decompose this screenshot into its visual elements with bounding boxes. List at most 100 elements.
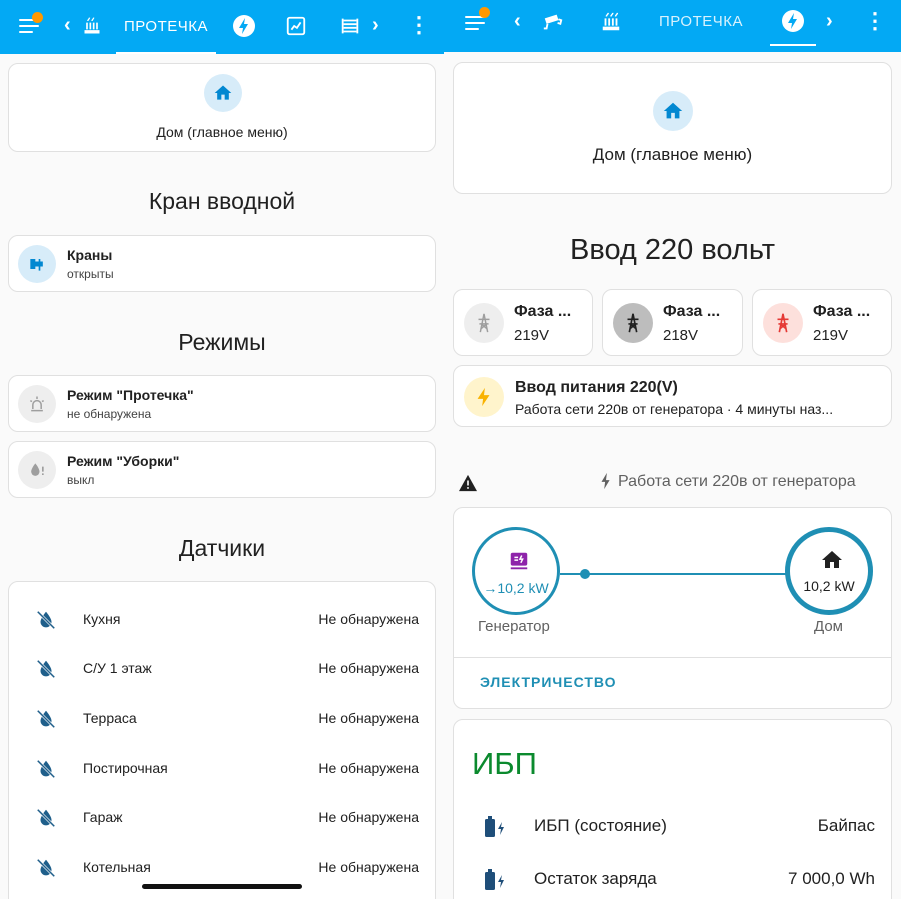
tabs-scroll-right-button[interactable]: ›: [826, 10, 833, 33]
divider: [454, 657, 891, 658]
home-icon: [663, 102, 683, 119]
ups-row-value: Байпас: [817, 816, 875, 835]
tab-heating[interactable]: [80, 14, 104, 38]
home-label: Дом: [814, 618, 843, 635]
sensors-card: Кухня Не обнаружена С/У 1 этаж Не обнару…: [8, 581, 436, 899]
tab-radiators[interactable]: [338, 14, 362, 38]
ups-row-name: ИБП (состояние): [534, 816, 667, 835]
water-off-icon: [36, 808, 56, 828]
mode-card-leak[interactable]: Режим "Протечка" не обнаружена: [8, 375, 436, 432]
tabs-scroll-left-button[interactable]: ‹: [64, 14, 71, 37]
home-card[interactable]: Дом (главное меню): [8, 63, 436, 152]
sensor-row[interactable]: Терраса Не обнаружена: [9, 694, 435, 744]
sensor-value: Не обнаружена: [318, 710, 419, 726]
ups-card: ИБП ИБП (состояние) Байпас Остаток заряд…: [453, 719, 892, 899]
tab-cameras[interactable]: [540, 10, 566, 34]
water-off-icon: [36, 709, 56, 729]
power-input-card[interactable]: Ввод питания 220(V) Работа сети 220в от …: [453, 365, 892, 427]
water-off-icon: [36, 659, 56, 679]
section-title-input: Ввод 220 вольт: [570, 234, 775, 266]
valve-icon: [30, 259, 43, 271]
mode-card-cleaning[interactable]: Режим "Уборки" выкл: [8, 441, 436, 498]
power-icon-badge: [464, 377, 504, 417]
power-input-state: Работа сети 220в от генератора · 4 минут…: [515, 401, 834, 417]
sensor-row[interactable]: Кухня Не обнаружена: [9, 595, 435, 645]
right-screen: ‹ ПРОТЕЧКА › ⋮ Дом (главное меню) Ввод 2…: [444, 0, 901, 899]
sensor-value: Не обнаружена: [318, 809, 419, 825]
sensor-row[interactable]: С/У 1 этаж Не обнаружена: [9, 644, 435, 694]
mode-cleaning-name: Режим "Уборки": [67, 453, 180, 469]
phase-name: Фаза ...: [663, 303, 721, 320]
tabs-scroll-left-button[interactable]: ‹: [514, 10, 521, 33]
ups-row[interactable]: Остаток заряда 7 000,0 Wh: [454, 865, 891, 895]
phase-card[interactable]: Фаза ... 219V: [453, 289, 593, 356]
tab-power[interactable]: [780, 8, 806, 34]
sensor-name: Котельная: [83, 859, 151, 875]
sensor-name: Кухня: [83, 611, 121, 627]
phase-name: Фаза ...: [514, 303, 572, 320]
sensor-name: С/У 1 этаж: [83, 660, 152, 676]
tab-leak[interactable]: ПРОТЕЧКА: [116, 0, 216, 52]
tabs-scroll-right-button[interactable]: ›: [372, 14, 379, 37]
sensor-row[interactable]: Гараж Не обнаружена: [9, 793, 435, 843]
home-icon-badge: [204, 74, 242, 112]
transmission-tower-icon: [777, 313, 789, 333]
home-icon-badge: [653, 91, 693, 131]
home-card[interactable]: Дом (главное меню): [453, 62, 892, 194]
flash-icon: [477, 387, 490, 407]
transmission-tower-icon: [627, 313, 639, 333]
notification-badge: [479, 7, 490, 18]
water-off-icon: [36, 610, 56, 630]
home-card-label: Дом (главное меню): [156, 124, 288, 140]
left-screen: ‹ ПРОТЕЧКА › ⋮ Дом (главное меню) Кран в…: [0, 0, 444, 899]
phase-card[interactable]: Фаза ... 219V: [752, 289, 892, 356]
sensor-name: Постирочная: [83, 760, 168, 776]
overflow-menu-button[interactable]: ⋮: [864, 8, 886, 34]
generator-node[interactable]: →10,2 kW: [472, 527, 560, 615]
cctv-icon: [543, 14, 563, 30]
alarm-icon-badge: [18, 385, 56, 423]
flash-circle-icon: [233, 15, 255, 37]
sensor-value: Не обнаружена: [318, 660, 419, 676]
tab-leak[interactable]: ПРОТЕЧКА: [649, 0, 753, 42]
valve-icon-badge: [18, 245, 56, 283]
phase-icon-badge: [763, 303, 803, 343]
power-input-name: Ввод питания 220(V): [515, 379, 678, 396]
phase-card[interactable]: Фаза ... 218V: [602, 289, 743, 356]
sensor-row[interactable]: Постирочная Не обнаружена: [9, 744, 435, 794]
sensor-value: Не обнаружена: [318, 611, 419, 627]
tab-power[interactable]: [232, 14, 256, 38]
tab-heating[interactable]: [598, 10, 624, 34]
ups-row-value: 7 000,0 Wh: [788, 869, 875, 888]
sensor-value: Не обнаружена: [318, 859, 419, 875]
status-text: Работа сети 220в от генератора: [618, 473, 856, 490]
active-tab-indicator: [116, 52, 216, 54]
top-app-bar: ‹ ПРОТЕЧКА › ⋮: [444, 0, 901, 52]
overflow-menu-button[interactable]: ⋮: [408, 12, 430, 38]
electricity-link[interactable]: ЭЛЕКТРИЧЕСТВО: [480, 674, 617, 690]
warning-icon: [458, 474, 478, 492]
phase-name: Фаза ...: [813, 303, 871, 320]
top-app-bar: ‹ ПРОТЕЧКА › ⋮: [0, 0, 444, 54]
flow-line: [560, 573, 788, 575]
mode-cleaning-state: выкл: [67, 473, 95, 487]
gesture-home-bar[interactable]: [142, 884, 302, 889]
home-icon: [214, 85, 232, 100]
section-title-modes: Режимы: [178, 329, 266, 355]
ups-row[interactable]: ИБП (состояние) Байпас: [454, 812, 891, 842]
generator-label: Генератор: [478, 618, 550, 635]
home-icon: [822, 551, 842, 568]
water-off-icon: [36, 759, 56, 779]
valves-card[interactable]: Краны открыты: [8, 235, 436, 292]
phase-value: 218V: [663, 327, 699, 344]
home-node[interactable]: 10,2 kW: [785, 527, 873, 615]
heater-icon: [602, 12, 620, 31]
valves-name: Краны: [67, 247, 113, 263]
phase-value: 219V: [514, 327, 550, 344]
section-title-sensors: Датчики: [178, 535, 266, 561]
mode-leak-name: Режим "Протечка": [67, 387, 194, 403]
flash-small-icon: [600, 472, 614, 492]
home-power: 10,2 kW: [803, 578, 855, 594]
tab-meters[interactable]: [284, 14, 308, 38]
radiator-icon: [341, 18, 359, 34]
